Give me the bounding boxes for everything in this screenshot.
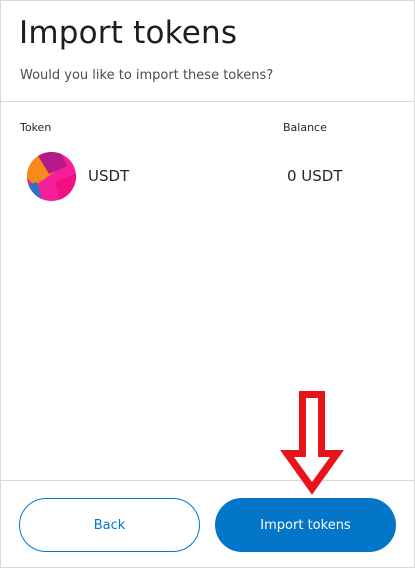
footer-actions: Back Import tokens	[1, 480, 414, 568]
page-subtitle: Would you like to import these tokens?	[20, 68, 274, 83]
import-tokens-panel: Import tokens Would you like to import t…	[0, 0, 415, 568]
token-symbol: USDT	[88, 167, 130, 185]
column-header-token: Token	[20, 121, 52, 134]
token-identicon-icon	[27, 152, 76, 201]
page-header: Import tokens Would you like to import t…	[1, 1, 414, 102]
token-row: USDT 0 USDT	[1, 149, 414, 203]
page-title: Import tokens	[19, 15, 238, 51]
import-tokens-button[interactable]: Import tokens	[215, 498, 396, 552]
back-button[interactable]: Back	[19, 498, 200, 552]
token-balance: 0 USDT	[287, 167, 343, 185]
column-header-balance: Balance	[283, 121, 327, 134]
annotation-arrow-icon	[280, 391, 344, 495]
